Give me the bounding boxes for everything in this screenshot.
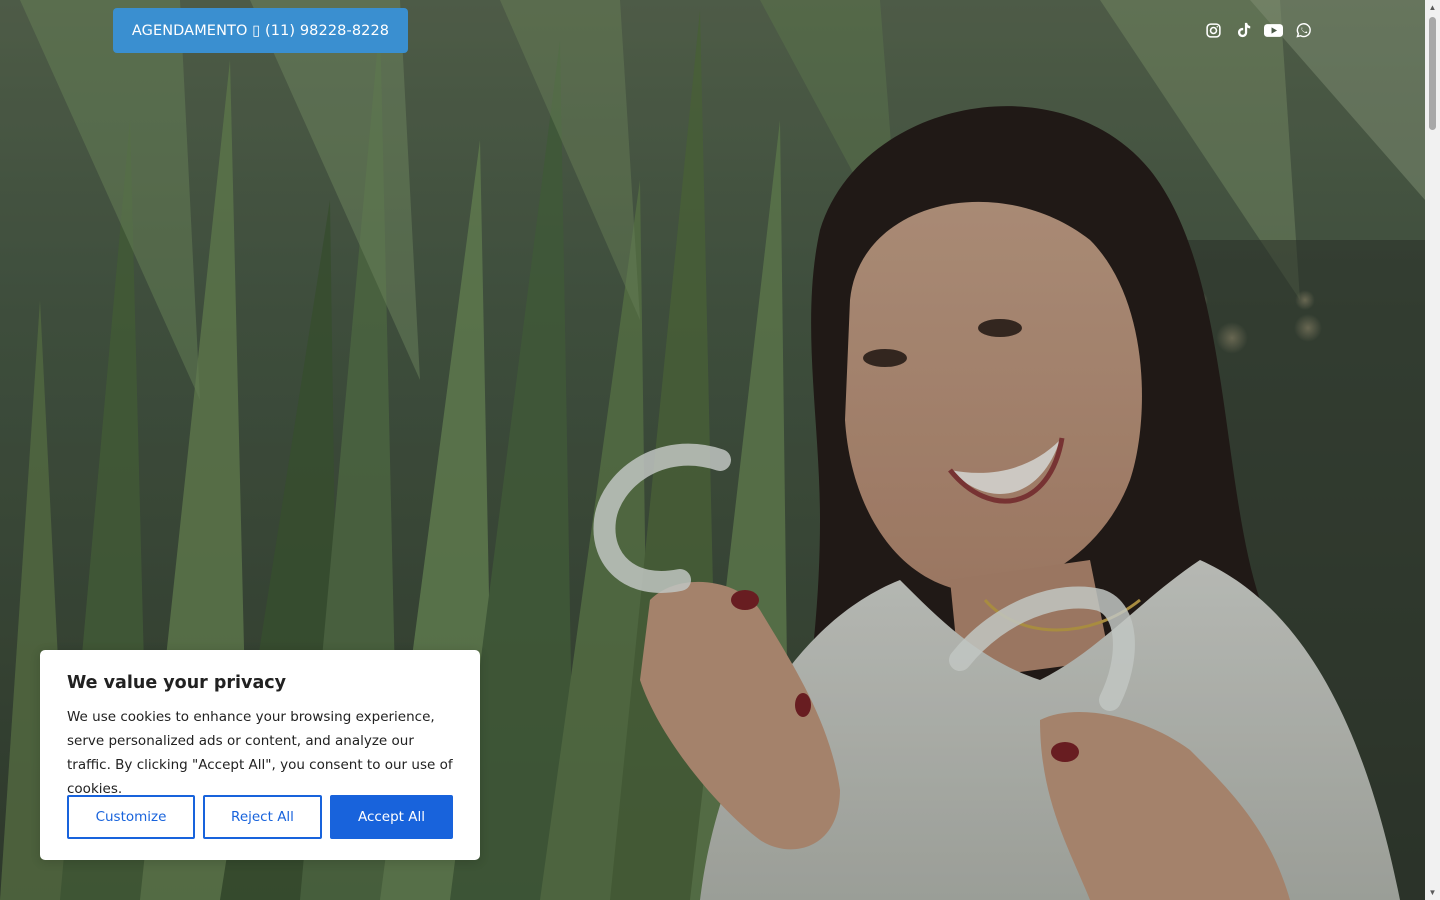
reject-all-button-label: Reject All (231, 809, 294, 825)
scroll-down-arrow-icon[interactable]: ▼ (1425, 885, 1440, 900)
whatsapp-icon[interactable] (1293, 20, 1313, 40)
reject-all-button[interactable]: Reject All (203, 795, 322, 839)
accept-all-button-label: Accept All (357, 809, 426, 825)
cookie-actions: Customize Reject All Accept All (67, 795, 453, 839)
customize-button-label: Customize (95, 809, 167, 825)
customize-button[interactable]: Customize (67, 795, 195, 839)
page-scrollbar[interactable]: ▲ ▼ (1425, 0, 1440, 900)
instagram-icon[interactable] (1203, 20, 1223, 40)
scroll-up-arrow-icon[interactable]: ▲ (1425, 0, 1440, 15)
booking-button[interactable]: AGENDAMENTO ▯ (11) 98228-8228 (113, 8, 408, 53)
youtube-icon[interactable] (1263, 20, 1283, 40)
accept-all-button[interactable]: Accept All (330, 795, 453, 839)
cookie-title: We value your privacy (67, 673, 287, 693)
cookie-description: We use cookies to enhance your browsing … (67, 709, 453, 797)
scrollbar-thumb[interactable] (1429, 17, 1436, 130)
page: AGENDAMENTO ▯ (11) 98228-8228 ▲ ▼ We val… (0, 0, 1440, 900)
social-links (1203, 20, 1313, 40)
tiktok-icon[interactable] (1233, 20, 1253, 40)
cookie-consent-dialog: We value your privacy We use cookies to … (40, 650, 480, 860)
booking-button-label: AGENDAMENTO ▯ (11) 98228-8228 (131, 22, 390, 39)
